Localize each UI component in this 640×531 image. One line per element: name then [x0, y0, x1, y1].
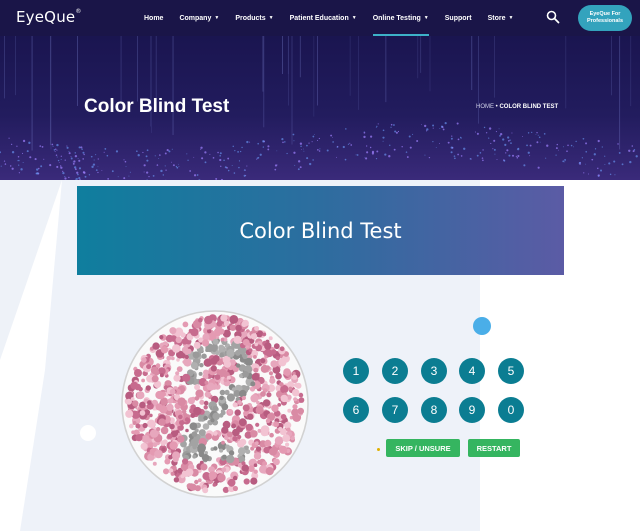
- skip-button-label: SKIP / UNSURE: [395, 443, 451, 453]
- menu-item-label: Patient Education: [289, 14, 349, 22]
- pro-button-label: EyeQue For Professionals: [586, 11, 624, 24]
- menu-item-label: Support: [444, 14, 472, 22]
- eyeque-for-professionals-button[interactable]: EyeQue For Professionals: [578, 5, 632, 31]
- menu-item-label: Home: [144, 14, 164, 22]
- skip-unsure-button[interactable]: SKIP / UNSURE: [386, 439, 460, 457]
- eyeque-logo[interactable]: EyeQue®: [16, 8, 82, 26]
- page-title: Color Blind Test: [84, 96, 230, 117]
- decorative-dot: [377, 448, 380, 451]
- test-banner: Color Blind Test: [77, 186, 564, 275]
- decorative-dot: [80, 425, 96, 441]
- page-hero: Color Blind Test HOME • COLOR BLIND TEST: [0, 36, 640, 180]
- number-button-2[interactable]: 2: [382, 358, 408, 384]
- number-button-7[interactable]: 7: [382, 397, 408, 423]
- caret-down-icon: ▼: [268, 15, 274, 21]
- breadcrumb: HOME • COLOR BLIND TEST: [476, 104, 558, 110]
- number-button-3[interactable]: 3: [421, 358, 447, 384]
- number-button-5[interactable]: 5: [498, 358, 524, 384]
- menu-item-online-testing[interactable]: Online Testing ▼: [372, 0, 429, 36]
- number-button-9[interactable]: 9: [459, 397, 485, 423]
- restart-button-label: RESTART: [476, 443, 512, 453]
- menu-item-label: Products: [235, 14, 266, 22]
- breadcrumb-current: COLOR BLIND TEST: [499, 104, 559, 110]
- search-icon[interactable]: [546, 10, 560, 24]
- caret-down-icon: ▼: [508, 15, 514, 21]
- number-button-1[interactable]: 1: [343, 358, 369, 384]
- number-button-6[interactable]: 6: [343, 397, 369, 423]
- restart-button[interactable]: RESTART: [468, 439, 520, 457]
- menu-item-patient-education[interactable]: Patient Education ▼: [290, 0, 357, 36]
- number-button-8[interactable]: 8: [421, 397, 447, 423]
- logo-text: EyeQue: [16, 8, 76, 26]
- breadcrumb-separator: •: [495, 104, 498, 110]
- decorative-dot: [473, 317, 491, 335]
- main-menu: Home Company ▼ Products ▼ Patient Educat…: [144, 0, 529, 36]
- menu-item-store[interactable]: Store ▼: [488, 0, 514, 36]
- menu-item-home[interactable]: Home: [144, 0, 163, 36]
- caret-down-icon: ▼: [351, 15, 357, 21]
- caret-down-icon: ▼: [214, 15, 220, 21]
- caret-down-icon: ▼: [423, 15, 429, 21]
- menu-item-products[interactable]: Products ▼: [235, 0, 273, 36]
- menu-item-label: Store: [487, 14, 506, 22]
- banner-title: Color Blind Test: [239, 218, 402, 243]
- number-button-0[interactable]: 0: [498, 397, 524, 423]
- menu-item-label: Online Testing: [372, 14, 421, 22]
- menu-item-company[interactable]: Company ▼: [179, 0, 219, 36]
- menu-item-support[interactable]: Support: [445, 0, 472, 36]
- top-navigation: EyeQue® Home Company ▼ Products ▼ Patien…: [0, 0, 640, 36]
- breadcrumb-home-link[interactable]: HOME: [476, 104, 494, 110]
- ishihara-plate-image: [121, 310, 309, 498]
- number-button-4[interactable]: 4: [459, 358, 485, 384]
- menu-item-label: Company: [179, 14, 212, 22]
- logo-trademark: ®: [75, 8, 82, 15]
- number-answer-grid: 1 2 3 4 5 6 7 8 9 0: [342, 358, 532, 424]
